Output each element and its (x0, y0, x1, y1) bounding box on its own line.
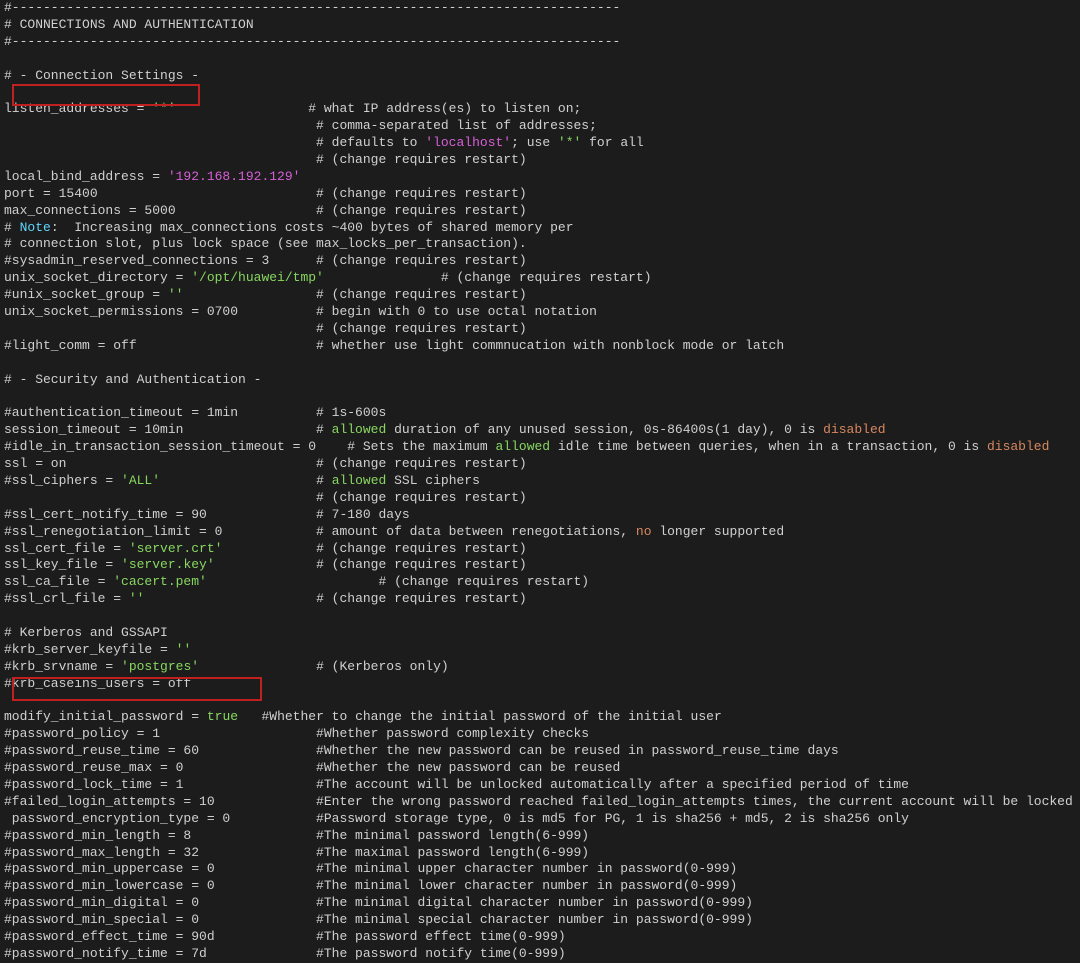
config-line: ssl_cert_file = 'server.crt' # (change r… (4, 541, 1076, 558)
config-line: ssl = on # (change requires restart) (4, 456, 1076, 473)
config-line: #authentication_timeout = 1min # 1s-600s (4, 405, 1076, 422)
config-line: #light_comm = off # whether use light co… (4, 338, 1076, 355)
config-line: # (change requires restart) (4, 490, 1076, 507)
config-line: #password_min_special = 0 #The minimal s… (4, 912, 1076, 929)
config-line (4, 355, 1076, 372)
config-line: #password_min_uppercase = 0 #The minimal… (4, 861, 1076, 878)
config-line (4, 608, 1076, 625)
config-line: #password_max_length = 32 #The maximal p… (4, 845, 1076, 862)
config-line: #password_reuse_max = 0 #Whether the new… (4, 760, 1076, 777)
config-line: max_connections = 5000 # (change require… (4, 203, 1076, 220)
config-line: # connection slot, plus lock space (see … (4, 236, 1076, 253)
config-line: #failed_login_attempts = 10 #Enter the w… (4, 794, 1076, 811)
config-line: # (change requires restart) (4, 152, 1076, 169)
config-line: #ssl_cert_notify_time = 90 # 7-180 days (4, 507, 1076, 524)
config-line: #password_min_length = 8 #The minimal pa… (4, 828, 1076, 845)
config-line: session_timeout = 10min # allowed durati… (4, 422, 1076, 439)
config-line: listen_addresses = '*' # what IP address… (4, 101, 1076, 118)
config-line (4, 693, 1076, 710)
config-line: #ssl_crl_file = '' # (change requires re… (4, 591, 1076, 608)
config-line: #password_lock_time = 1 #The account wil… (4, 777, 1076, 794)
config-line: #ssl_ciphers = 'ALL' # allowed SSL ciphe… (4, 473, 1076, 490)
config-line: ssl_ca_file = 'cacert.pem' # (change req… (4, 574, 1076, 591)
config-line: #ssl_renegotiation_limit = 0 # amount of… (4, 524, 1076, 541)
config-line: port = 15400 # (change requires restart) (4, 186, 1076, 203)
config-line (4, 84, 1076, 101)
config-line: #password_effect_time = 90d #The passwor… (4, 929, 1076, 946)
config-line: # Note: Increasing max_connections costs… (4, 220, 1076, 237)
config-line: # defaults to 'localhost'; use '*' for a… (4, 135, 1076, 152)
config-line: modify_initial_password = true #Whether … (4, 709, 1076, 726)
config-line: #idle_in_transaction_session_timeout = 0… (4, 439, 1076, 456)
config-line: #password_min_lowercase = 0 #The minimal… (4, 878, 1076, 895)
config-line: # (change requires restart) (4, 321, 1076, 338)
config-line: ssl_key_file = 'server.key' # (change re… (4, 557, 1076, 574)
config-line: # Kerberos and GSSAPI (4, 625, 1076, 642)
config-line: #krb_srvname = 'postgres' # (Kerberos on… (4, 659, 1076, 676)
config-line: #password_min_digital = 0 #The minimal d… (4, 895, 1076, 912)
config-file-viewer: #---------------------------------------… (0, 0, 1080, 963)
config-line: #---------------------------------------… (4, 0, 1076, 17)
config-line: #password_notify_time = 7d #The password… (4, 946, 1076, 963)
config-line: # - Security and Authentication - (4, 372, 1076, 389)
config-line: #unix_socket_group = '' # (change requir… (4, 287, 1076, 304)
config-line (4, 388, 1076, 405)
config-line: password_encryption_type = 0 #Password s… (4, 811, 1076, 828)
config-line: #krb_server_keyfile = '' (4, 642, 1076, 659)
config-line: # comma-separated list of addresses; (4, 118, 1076, 135)
config-line: #password_reuse_time = 60 #Whether the n… (4, 743, 1076, 760)
config-line: #sysadmin_reserved_connections = 3 # (ch… (4, 253, 1076, 270)
config-line: # - Connection Settings - (4, 68, 1076, 85)
config-line (4, 51, 1076, 68)
config-line: # CONNECTIONS AND AUTHENTICATION (4, 17, 1076, 34)
config-line: #---------------------------------------… (4, 34, 1076, 51)
config-line: unix_socket_permissions = 0700 # begin w… (4, 304, 1076, 321)
config-line: #krb_caseins_users = off (4, 676, 1076, 693)
config-line: #password_policy = 1 #Whether password c… (4, 726, 1076, 743)
config-line: unix_socket_directory = '/opt/huawei/tmp… (4, 270, 1076, 287)
config-line: local_bind_address = '192.168.192.129' (4, 169, 1076, 186)
